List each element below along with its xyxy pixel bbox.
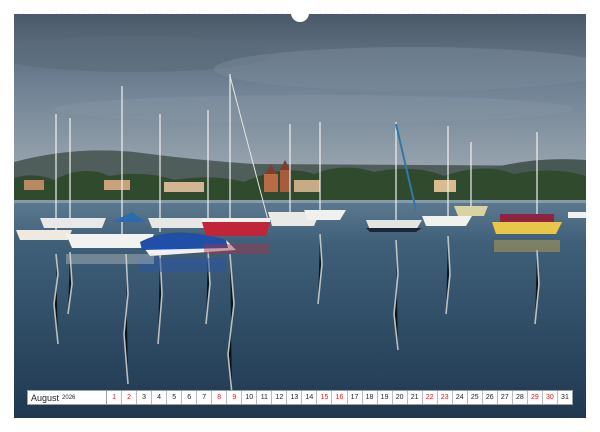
day-cell: 5 (167, 391, 183, 404)
day-cell: 21 (408, 391, 423, 404)
day-cell: 12 (272, 391, 288, 404)
day-cell: 17 (348, 391, 363, 404)
year: 2026 (62, 394, 76, 401)
day-cell: 15 (317, 391, 333, 404)
day-cell: 4 (152, 391, 168, 404)
day-cell: 11 (257, 391, 273, 404)
day-cell: 28 (513, 391, 528, 404)
day-cell: 13 (287, 391, 303, 404)
day-cell: 31 (561, 394, 569, 401)
day-cell: 8 (212, 391, 228, 404)
day-cell: 18 (363, 391, 378, 404)
day-cell: 25 (468, 391, 483, 404)
day-cell: 19 (378, 391, 393, 404)
day-cell: 14 (302, 391, 318, 404)
month-name: August (31, 392, 60, 403)
day-cell: 7 (197, 391, 213, 404)
day-cell: 2 (122, 391, 138, 404)
day-cell: 22 (423, 391, 438, 404)
day-cell: 23 (438, 391, 453, 404)
harbor-photo (14, 14, 586, 418)
day-row: 1 2 3 4 5 6 7 8 9 10 11 12 13 14 15 16 17 18 19 20 21 22 23 24 2… (107, 391, 572, 404)
day-cell: 16 (332, 391, 348, 404)
month-label: August 2026 (28, 391, 107, 404)
day-cell: 3 (137, 391, 153, 404)
day-cell: 26 (483, 391, 498, 404)
day-cell: 30 (543, 391, 558, 404)
day-cell: 29 (528, 391, 543, 404)
day-cell: 20 (393, 391, 408, 404)
day-cell: 9 (227, 391, 243, 404)
day-cell: 1 (107, 391, 123, 404)
day-cell: 24 (453, 391, 468, 404)
calendar-strip: August 2026 1 2 3 4 5 6 7 8 9 10 11 12 13 14 15 16 17 18 1… (27, 390, 573, 405)
day-cell: 10 (242, 391, 258, 404)
day-cell: 6 (182, 391, 198, 404)
day-cell: 27 (498, 391, 513, 404)
